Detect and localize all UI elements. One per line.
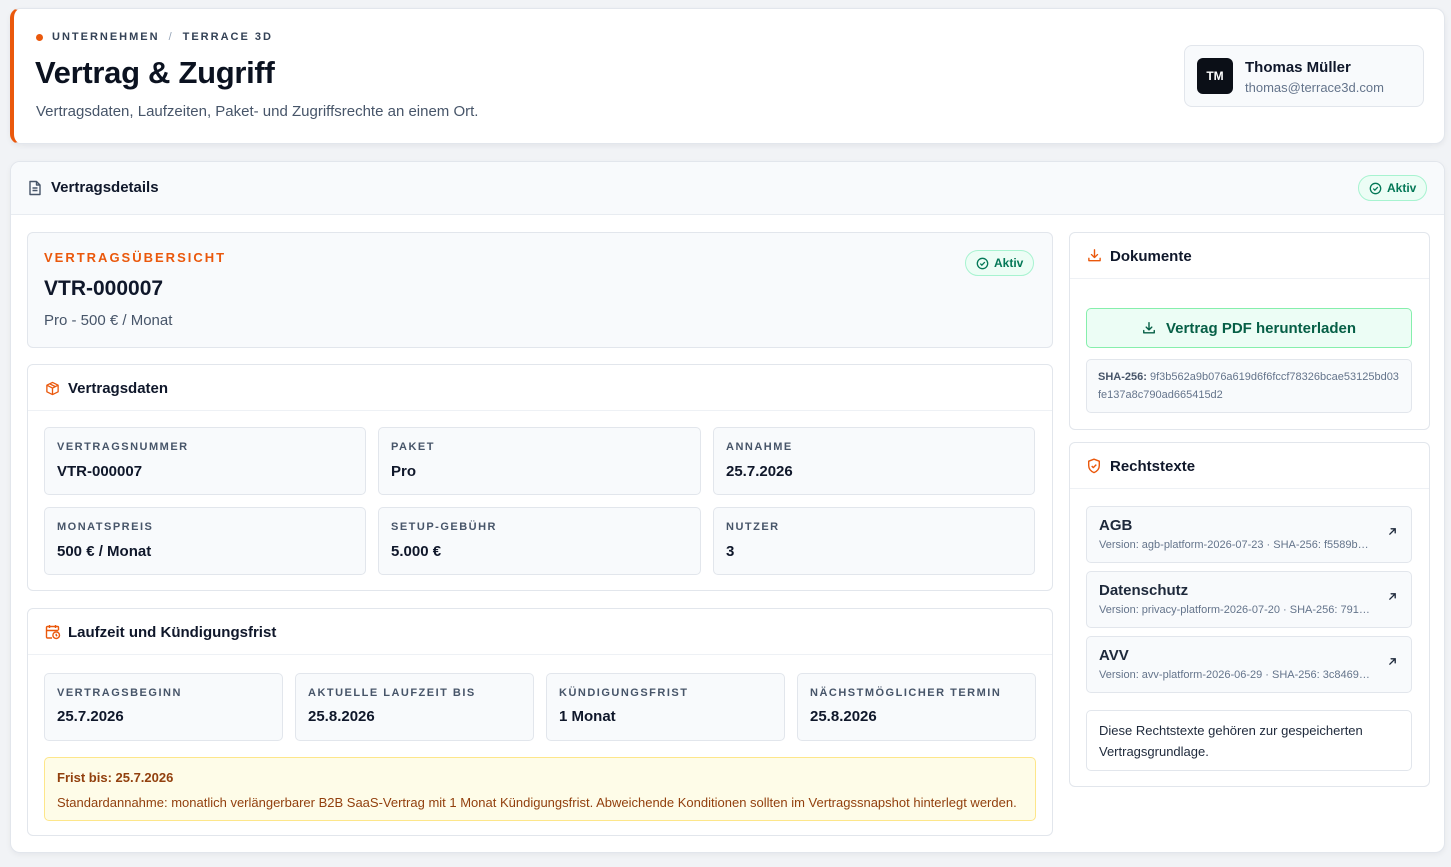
field-contract-number: VERTRAGSNUMMER VTR-000007 — [44, 427, 366, 495]
contract-overview: VERTRAGSÜBERSICHT VTR-000007 Pro - 500 €… — [27, 232, 1053, 348]
field-package: PAKET Pro — [378, 427, 701, 495]
field-value: 5.000 € — [391, 543, 442, 560]
deadline-notice: Frist bis: 25.7.2026 Standardannahme: mo… — [44, 757, 1036, 821]
field-monthly-price: MONATSPREIS 500 € / Monat — [44, 507, 366, 575]
contract-data-header: Vertragsdaten — [28, 365, 1052, 411]
field-label: SETUP-GEBÜHR — [391, 521, 498, 533]
documents-header: Dokumente — [1070, 233, 1429, 279]
check-circle-icon — [976, 257, 989, 270]
legal-texts-section: Rechtstexte AGB Version: agb-platform-20… — [1069, 442, 1430, 787]
legal-texts-title: Rechtstexte — [1110, 458, 1196, 475]
field-label: MONATSPREIS — [57, 521, 154, 533]
breadcrumb-item-company[interactable]: UNTERNEHMEN — [52, 31, 160, 43]
page-title: Vertrag & Zugriff — [35, 55, 275, 90]
contract-data-title: Vertragsdaten — [68, 380, 169, 397]
package-icon — [45, 381, 60, 396]
document-icon — [28, 180, 42, 196]
status-badge-label: Aktiv — [1387, 181, 1417, 195]
field-label: AKTUELLE LAUFZEIT BIS — [308, 687, 476, 699]
field-contract-start: VERTRAGSBEGINN 25.7.2026 — [44, 673, 283, 741]
field-value: 25.7.2026 — [726, 463, 793, 480]
download-button-label: Vertrag PDF herunterladen — [1165, 319, 1357, 337]
field-value: 25.7.2026 — [57, 708, 124, 725]
overview-plan: Pro - 500 € / Monat — [44, 312, 173, 329]
field-value: 25.8.2026 — [810, 708, 877, 725]
documents-section: Dokumente Vertrag PDF herunterladen SHA-… — [1069, 232, 1430, 430]
field-value: VTR-000007 — [57, 463, 143, 480]
overview-label: VERTRAGSÜBERSICHT — [44, 250, 227, 265]
field-current-term: AKTUELLE LAUFZEIT BIS 25.8.2026 — [295, 673, 534, 741]
field-acceptance: ANNAHME 25.7.2026 — [713, 427, 1035, 495]
overview-contract-number: VTR-000007 — [44, 277, 164, 300]
term-section: Laufzeit und Kündigungsfrist VERTRAGSBEG… — [27, 608, 1053, 836]
field-label: PAKET — [391, 441, 435, 453]
legal-item-meta: Version: avv-platform-2026-06-29 · SHA-2… — [1099, 669, 1370, 681]
status-badge: Aktiv — [1358, 175, 1428, 201]
field-value: 500 € / Monat — [57, 543, 152, 560]
legal-item-agb[interactable]: AGB Version: agb-platform-2026-07-23 · S… — [1086, 506, 1412, 563]
field-notice-period: KÜNDIGUNGSFRIST 1 Monat — [546, 673, 785, 741]
status-dot — [36, 33, 43, 41]
field-users: NUTZER 3 — [713, 507, 1035, 575]
contract-details-header: Vertragsdetails Aktiv — [11, 162, 1444, 215]
field-label: VERTRAGSNUMMER — [57, 441, 189, 453]
breadcrumb-separator: / — [168, 31, 174, 43]
check-circle-icon — [1369, 182, 1382, 195]
legal-item-title: AVV — [1099, 647, 1129, 664]
user-card[interactable]: TM Thomas Müller thomas@terrace3d.com — [1184, 45, 1424, 107]
term-header: Laufzeit und Kündigungsfrist — [28, 609, 1052, 655]
field-value: 25.8.2026 — [308, 708, 375, 725]
contract-details-title: Vertragsdetails — [51, 179, 159, 196]
user-name: Thomas Müller — [1245, 59, 1351, 76]
overview-status-label: Aktiv — [994, 256, 1024, 270]
field-next-date: NÄCHSTMÖGLICHER TERMIN 25.8.2026 — [797, 673, 1036, 741]
user-email: thomas@terrace3d.com — [1245, 80, 1384, 95]
legal-item-avv[interactable]: AVV Version: avv-platform-2026-06-29 · S… — [1086, 636, 1412, 693]
breadcrumb-item-tenant[interactable]: TERRACE 3D — [183, 31, 273, 43]
field-value: Pro — [391, 463, 417, 480]
external-link-icon[interactable] — [1388, 592, 1397, 601]
hash-label: SHA-256: — [1098, 371, 1147, 383]
legal-item-title: Datenschutz — [1099, 582, 1189, 599]
field-label: NUTZER — [726, 521, 780, 533]
overview-status-badge: Aktiv — [965, 250, 1035, 276]
documents-title: Dokumente — [1110, 248, 1192, 265]
field-label: NÄCHSTMÖGLICHER TERMIN — [810, 687, 1002, 699]
page-subtitle: Vertragsdaten, Laufzeiten, Paket- und Zu… — [36, 103, 479, 120]
download-contract-pdf-button[interactable]: Vertrag PDF herunterladen — [1086, 308, 1412, 348]
legal-item-privacy[interactable]: Datenschutz Version: privacy-platform-20… — [1086, 571, 1412, 628]
external-link-icon[interactable] — [1388, 527, 1397, 536]
field-label: ANNAHME — [726, 441, 793, 453]
field-label: KÜNDIGUNGSFRIST — [559, 687, 689, 699]
legal-item-title: AGB — [1099, 517, 1133, 534]
document-hash: SHA-256: 9f3b562a9b076a619d6f6fccf78326b… — [1086, 359, 1412, 413]
legal-texts-note: Diese Rechtstexte gehören zur gespeicher… — [1086, 710, 1412, 771]
download-icon — [1087, 248, 1102, 263]
calendar-clock-icon — [45, 624, 61, 640]
contract-data-section: Vertragsdaten VERTRAGSNUMMER VTR-000007 … — [27, 364, 1053, 591]
field-setup-fee: SETUP-GEBÜHR 5.000 € — [378, 507, 701, 575]
deadline-notice-text: Standardannahme: monatlich verlängerbare… — [57, 795, 1017, 810]
avatar: TM — [1197, 58, 1233, 94]
legal-texts-header: Rechtstexte — [1070, 443, 1429, 489]
shield-icon — [1087, 458, 1101, 474]
legal-item-meta: Version: privacy-platform-2026-07-20 · S… — [1099, 604, 1371, 616]
field-label: VERTRAGSBEGINN — [57, 687, 182, 699]
page-header: UNTERNEHMEN / TERRACE 3D Vertrag & Zugri… — [10, 8, 1445, 144]
deadline-notice-title: Frist bis: 25.7.2026 — [57, 770, 174, 785]
breadcrumb: UNTERNEHMEN / TERRACE 3D — [36, 31, 273, 43]
field-value: 1 Monat — [559, 708, 616, 725]
field-value: 3 — [726, 543, 735, 560]
legal-item-meta: Version: agb-platform-2026-07-23 · SHA-2… — [1099, 539, 1369, 551]
external-link-icon[interactable] — [1388, 657, 1397, 666]
contract-details-card: Vertragsdetails Aktiv VERTRAGSÜBERSICHT … — [10, 161, 1445, 853]
term-title: Laufzeit und Kündigungsfrist — [68, 624, 277, 641]
download-icon — [1142, 321, 1156, 335]
